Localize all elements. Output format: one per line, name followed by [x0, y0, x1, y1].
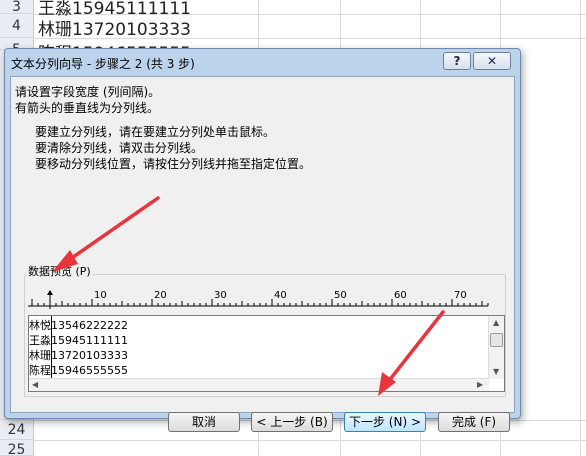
annotation-arrow-next [378, 310, 445, 396]
annotation-arrow-ruler [52, 196, 160, 272]
annotation-overlay [52, 196, 445, 396]
